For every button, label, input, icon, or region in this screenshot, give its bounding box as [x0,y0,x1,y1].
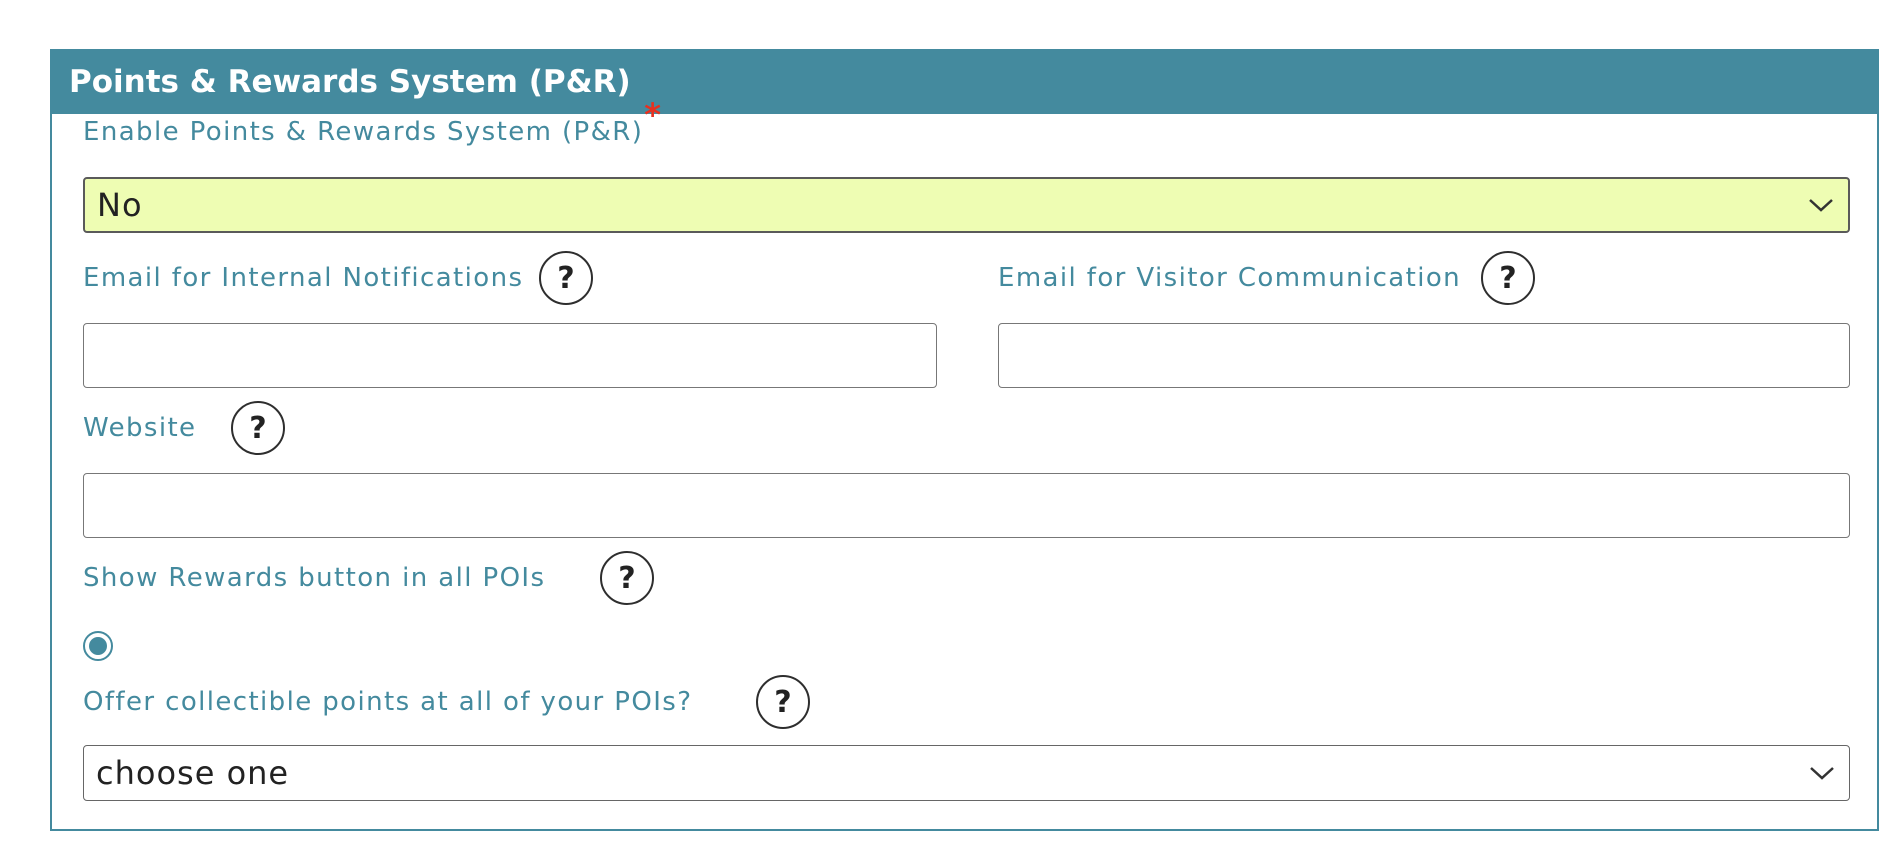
enable-pr-select-value: No [97,186,143,224]
required-asterisk: * [644,96,663,134]
show-rewards-label: Show Rewards button in all POIs [83,563,546,593]
offer-points-help-icon[interactable]: ? [756,675,810,729]
show-rewards-help-icon[interactable]: ? [600,551,654,605]
email-visitor-input[interactable] [998,323,1850,388]
email-visitor-label: Email for Visitor Communication [998,263,1462,293]
radio-selected-dot [89,637,107,655]
enable-pr-select[interactable]: No [83,177,1850,233]
enable-pr-label: Enable Points & Rewards System (P&R)* [83,96,662,148]
offer-points-select[interactable]: choose one [83,745,1850,801]
offer-points-select-value: choose one [96,754,290,792]
website-label: Website [83,413,197,443]
website-help-icon[interactable]: ? [231,401,285,455]
show-rewards-radio[interactable] [83,631,113,661]
email-internal-input[interactable] [83,323,937,388]
panel-header: Points & Rewards System (P&R) [52,51,1877,114]
offer-points-label: Offer collectible points at all of your … [83,687,693,717]
points-rewards-panel: Points & Rewards System (P&R) Enable Poi… [50,49,1879,831]
chevron-down-icon [1809,199,1833,212]
email-visitor-help-icon[interactable]: ? [1481,251,1535,305]
chevron-down-icon [1810,767,1834,780]
enable-pr-label-text: Enable Points & Rewards System (P&R) [83,117,644,147]
website-input[interactable] [83,473,1850,538]
email-internal-label: Email for Internal Notifications [83,263,524,293]
email-internal-help-icon[interactable]: ? [539,251,593,305]
